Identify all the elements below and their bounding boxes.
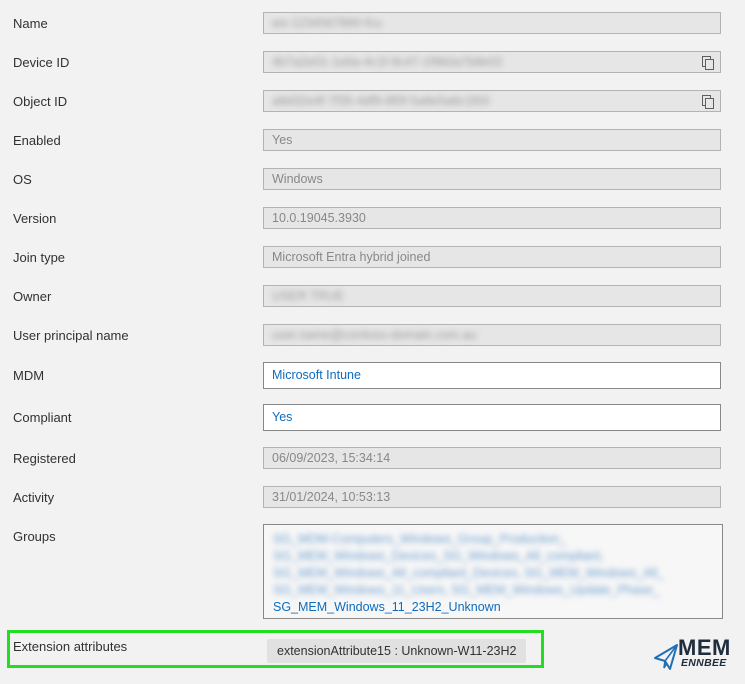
group-link[interactable]: SG_MEM_Windows_11_Users, SG_MEM_Windows_… (273, 582, 713, 599)
groups-label: Groups (13, 529, 56, 544)
property-value[interactable]: Microsoft Intune (272, 368, 361, 382)
property-label: Owner (13, 289, 52, 304)
property-label: Object ID (13, 94, 68, 109)
property-field[interactable]: Yes (263, 404, 721, 431)
property-value[interactable]: Yes (272, 410, 292, 424)
property-field[interactable]: Microsoft Intune (263, 362, 721, 389)
property-label: Device ID (13, 55, 70, 70)
property-label: MDM (13, 368, 45, 383)
property-label: Registered (13, 451, 76, 466)
property-value: a8d32e4f-7f35-4df9-8f0f-5a8e5a6c1f00 (272, 94, 490, 108)
property-value: Windows (272, 172, 323, 186)
property-label: User principal name (13, 328, 129, 343)
property-field: Microsoft Entra hybrid joined (263, 246, 721, 268)
copy-icon[interactable] (702, 95, 714, 109)
property-field: Windows (263, 168, 721, 190)
property-field: 10.0.19045.3930 (263, 207, 721, 229)
property-value: Microsoft Entra hybrid joined (272, 250, 431, 264)
property-label: OS (13, 172, 32, 187)
property-value: USER TRUE (272, 289, 345, 303)
property-label: Name (13, 16, 48, 31)
property-field: USER TRUE (263, 285, 721, 307)
property-field: Yes (263, 129, 721, 151)
property-label: Compliant (13, 410, 72, 425)
property-field: 31/01/2024, 10:53:13 (263, 486, 721, 508)
paper-plane-icon (654, 644, 678, 670)
extension-attributes-label: Extension attributes (13, 639, 128, 654)
property-value: 31/01/2024, 10:53:13 (272, 490, 391, 504)
property-value: 10.0.19045.3930 (272, 211, 366, 225)
group-link[interactable]: SG_MEM_Windows_All_compliant_Devices, SG… (273, 565, 713, 582)
group-link[interactable]: SG_MDM-Computers_Windows_Group_Productio… (273, 531, 713, 548)
property-label: Activity (13, 490, 55, 505)
property-field: 06/09/2023, 15:34:14 (263, 447, 721, 469)
property-value: 4b7a2e01-1e6a-4c1f-9c47-1f9b0a7b8e02 (272, 55, 503, 69)
property-field: 4b7a2e01-1e6a-4c1f-9c47-1f9b0a7b8e02 (263, 51, 721, 73)
logo-text-ennbee: ENNBEE (681, 657, 727, 669)
property-value: ws-1234567890-fcu (272, 16, 382, 30)
property-label: Enabled (13, 133, 61, 148)
property-label: Version (13, 211, 57, 226)
property-label: Join type (13, 250, 66, 265)
groups-list: SG_MDM-Computers_Windows_Group_Productio… (263, 524, 723, 619)
group-link[interactable]: SG_MEM_Windows_11_23H2_Unknown (273, 599, 713, 616)
copy-icon[interactable] (702, 56, 714, 70)
property-value: user.name@contoso-domain.com.au (272, 328, 477, 342)
extension-attribute-chip[interactable]: extensionAttribute15 : Unknown-W11-23H2 (267, 639, 527, 663)
property-field: ws-1234567890-fcu (263, 12, 721, 34)
property-field: a8d32e4f-7f35-4df9-8f0f-5a8e5a6c1f00 (263, 90, 721, 112)
property-value: 06/09/2023, 15:34:14 (272, 451, 391, 465)
group-link[interactable]: SG_MEM_Windows_Devices_SG_Windows_All_co… (273, 548, 713, 565)
mem-logo: MEM ENNBEE (653, 635, 738, 674)
property-field: user.name@contoso-domain.com.au (263, 324, 721, 346)
property-value: Yes (272, 133, 293, 147)
